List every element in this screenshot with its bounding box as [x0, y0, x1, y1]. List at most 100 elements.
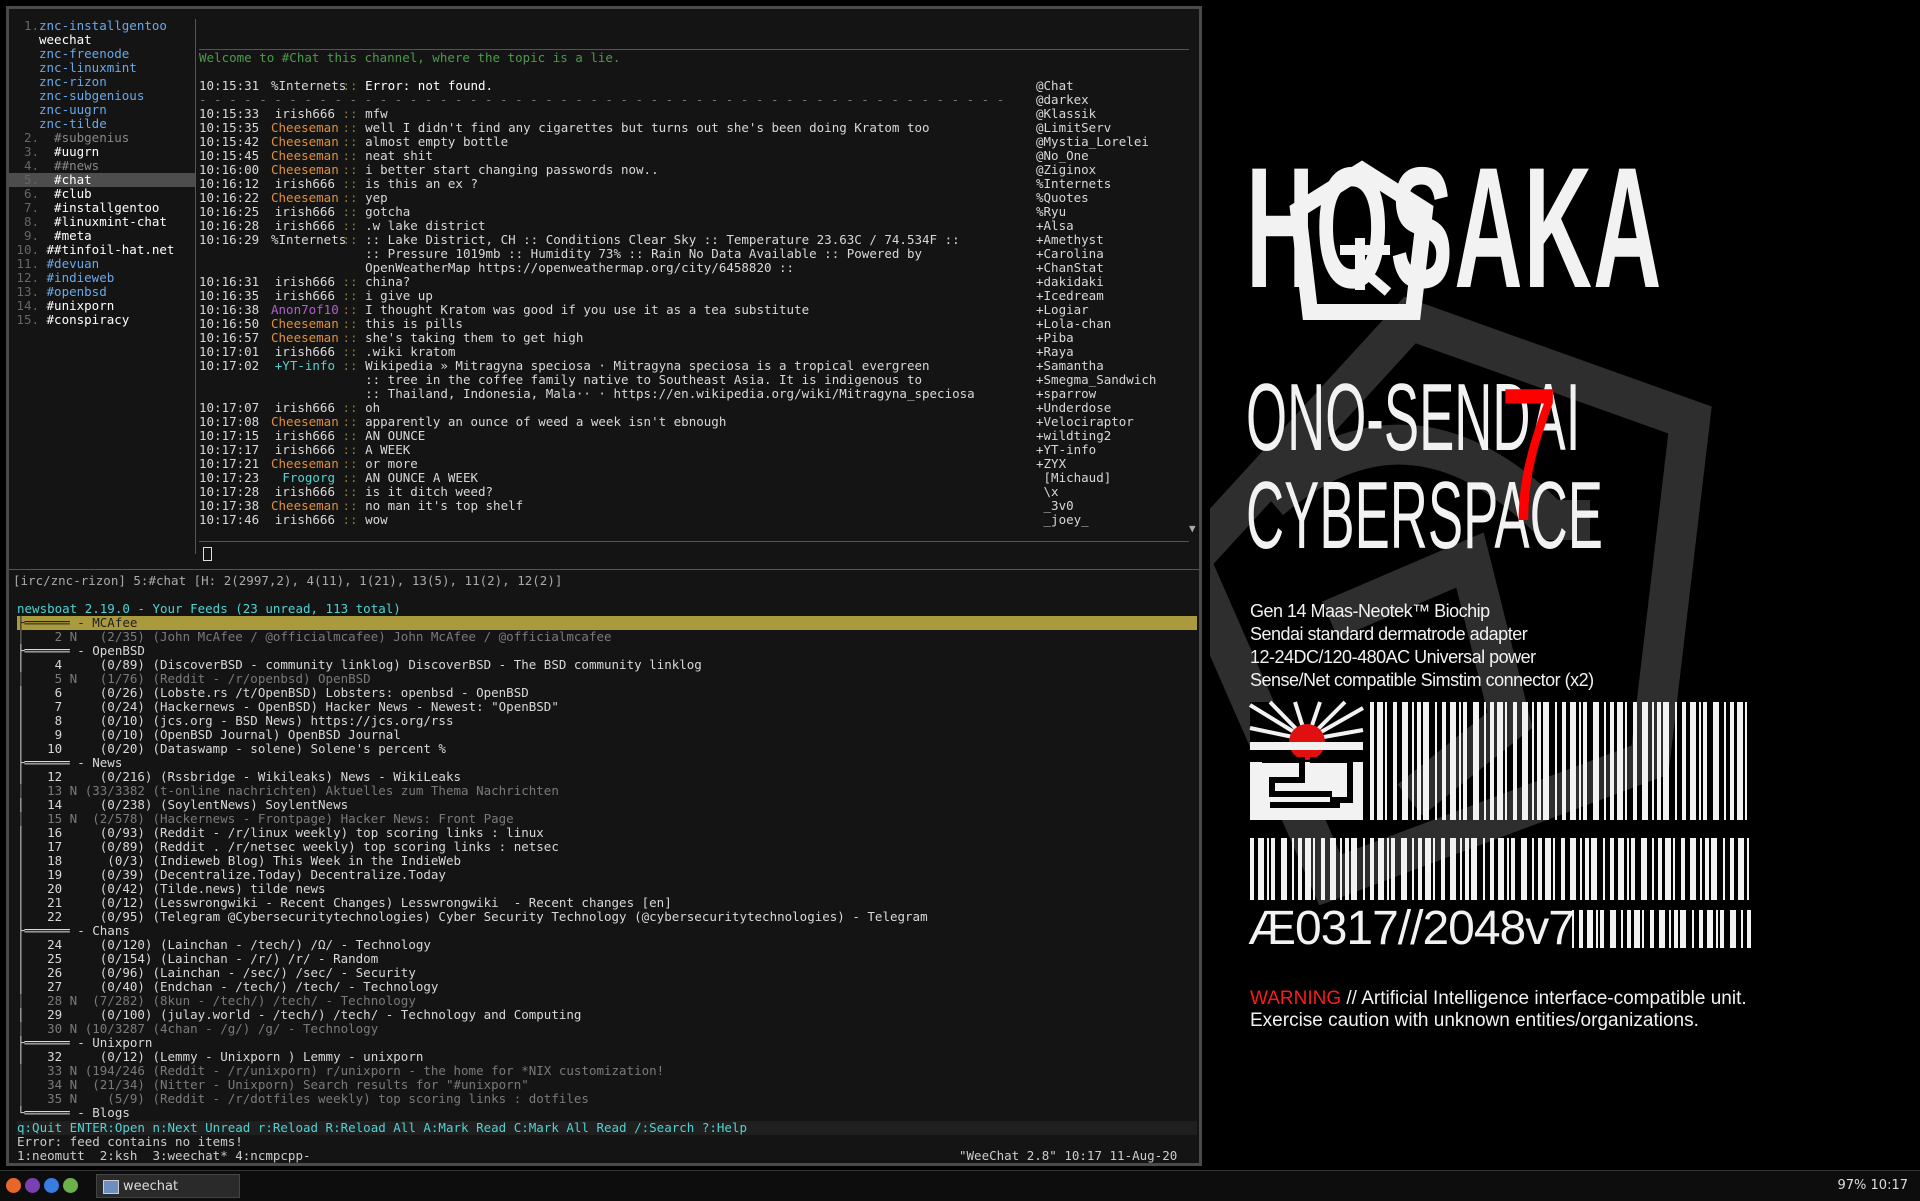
buffer-item[interactable]: 3. #uugrn — [9, 145, 195, 159]
message-nick[interactable]: irish666 — [271, 107, 335, 121]
feed-item[interactable]: │ 12 (0/216) (Rssbridge - Wikileaks) New… — [17, 770, 1197, 784]
nick-item[interactable]: +Raya — [1036, 345, 1186, 359]
buffer-item[interactable]: 15. #conspiracy — [9, 313, 195, 327]
nick-item[interactable]: \x — [1036, 485, 1186, 499]
nick-item[interactable]: +sparrow — [1036, 387, 1186, 401]
message-nick[interactable]: irish666 — [271, 401, 335, 415]
buffer-item[interactable]: 13. #openbsd — [9, 285, 195, 299]
nick-item[interactable]: +Velociraptor — [1036, 415, 1186, 429]
nick-item[interactable]: +YT-info — [1036, 443, 1186, 457]
message-nick[interactable]: irish666 — [271, 205, 335, 219]
nick-item[interactable]: +ChanStat — [1036, 261, 1186, 275]
message-nick[interactable]: +YT-info — [271, 359, 335, 373]
buffer-item[interactable]: znc-uugrn — [9, 103, 195, 117]
feed-item[interactable]: │ 7 (0/24) (Hackernews - OpenBSD) Hacker… — [17, 700, 1197, 714]
message-nick[interactable]: Cheeseman — [271, 191, 339, 205]
message-nick[interactable]: Cheeseman — [271, 499, 339, 513]
message-nick[interactable]: irish666 — [271, 275, 335, 289]
nick-item[interactable]: +Icedream — [1036, 289, 1186, 303]
nick-item[interactable]: +Underdose — [1036, 401, 1186, 415]
buffer-item[interactable]: znc-freenode — [9, 47, 195, 61]
message-nick[interactable]: %Internets — [271, 233, 346, 247]
feed-item[interactable]: │ 29 (0/100) (julay.world - /tech/) /tec… — [17, 1008, 1197, 1022]
feed-item[interactable]: │ 20 (0/42) (Tilde.news) tilde news — [17, 882, 1197, 896]
message-nick[interactable]: irish666 — [271, 443, 335, 457]
input-cursor[interactable] — [203, 547, 212, 561]
buffer-item[interactable]: 8. #linuxmint-chat — [9, 215, 195, 229]
feed-item[interactable]: │ 35 N (5/9) (Reddit - /r/dotfiles weekl… — [17, 1092, 1197, 1106]
feed-category[interactable]: ├══════ - News — [17, 756, 1197, 770]
feed-category[interactable]: └══════ - Blogs — [17, 1106, 1197, 1120]
feed-item[interactable]: │ 32 (0/12) (Lemmy - Unixporn ) Lemmy - … — [17, 1050, 1197, 1064]
feed-item[interactable]: │ 19 (0/39) (Decentralize.Today) Decentr… — [17, 868, 1197, 882]
buffer-item[interactable]: 10. ##tinfoil-hat.net — [9, 243, 195, 257]
feed-item[interactable]: │ 9 (0/10) (OpenBSD Journal) OpenBSD Jou… — [17, 728, 1197, 742]
feed-item[interactable]: │ 13 N (33/3382 (t-online nachrichten) A… — [17, 784, 1197, 798]
buffer-item[interactable]: 14. #unixporn — [9, 299, 195, 313]
buffer-item[interactable]: znc-tilde — [9, 117, 195, 131]
feed-item[interactable]: │ 25 (0/154) (Lainchan - /r/) /r/ - Rand… — [17, 952, 1197, 966]
nick-item[interactable]: %Quotes — [1036, 191, 1186, 205]
message-nick[interactable]: Cheeseman — [271, 149, 339, 163]
feed-item[interactable]: │ 34 N (21/34) (Nitter - Unixporn) Searc… — [17, 1078, 1197, 1092]
feed-item[interactable]: │ 22 (0/95) (Telegram @Cybersecuritytech… — [17, 910, 1197, 924]
nick-item[interactable]: @Klassik — [1036, 107, 1186, 121]
nick-item[interactable]: +Carolina — [1036, 247, 1186, 261]
browser-icon[interactable] — [25, 1178, 40, 1193]
feed-item[interactable]: │ 30 N (10/3287 (4chan - /g/) /g/ - Tech… — [17, 1022, 1197, 1036]
buffer-item[interactable]: znc-subgenious — [9, 89, 195, 103]
feed-item[interactable]: │ 17 (0/89) (Reddit . /r/netsec weekly) … — [17, 840, 1197, 854]
message-nick[interactable]: Cheeseman — [271, 415, 339, 429]
nick-item[interactable]: +Samantha — [1036, 359, 1186, 373]
buffer-item[interactable]: 11. #devuan — [9, 257, 195, 271]
nick-item[interactable]: +dakidaki — [1036, 275, 1186, 289]
feed-item[interactable]: │ 26 (0/96) (Lainchan - /sec/) /sec/ - S… — [17, 966, 1197, 980]
firefox-icon[interactable] — [6, 1178, 21, 1193]
buffer-item[interactable]: 2. #subgenius — [9, 131, 195, 145]
nick-item[interactable]: _3v0 — [1036, 499, 1186, 513]
feed-item[interactable]: │ 10 (0/20) (Dataswamp - solene) Solene'… — [17, 742, 1197, 756]
message-nick[interactable]: irish666 — [271, 429, 335, 443]
message-nick[interactable]: Frogorg — [271, 471, 335, 485]
message-nick[interactable]: Cheeseman — [271, 135, 339, 149]
message-nick[interactable]: Cheeseman — [271, 457, 339, 471]
feed-category[interactable]: ├══════ - OpenBSD — [17, 644, 1197, 658]
message-nick[interactable]: Anon7of10 — [271, 303, 339, 317]
nick-item[interactable]: @LimitServ — [1036, 121, 1186, 135]
nick-item[interactable]: %Ryu — [1036, 205, 1186, 219]
message-nick[interactable]: irish666 — [271, 177, 335, 191]
feed-item[interactable]: │ 16 (0/93) (Reddit - /r/linux weekly) t… — [17, 826, 1197, 840]
message-nick[interactable]: irish666 — [271, 345, 335, 359]
feed-item[interactable]: │ 27 (0/40) (Endchan - /tech/) /tech/ - … — [17, 980, 1197, 994]
feed-item[interactable]: │ 33 N (194/246 (Reddit - /r/unixporn) r… — [17, 1064, 1197, 1078]
chromium-icon[interactable] — [44, 1178, 59, 1193]
nick-item[interactable]: +Logiar — [1036, 303, 1186, 317]
feed-category[interactable]: ├══════ - Chans — [17, 924, 1197, 938]
message-nick[interactable]: irish666 — [271, 513, 335, 527]
message-nick[interactable]: Cheeseman — [271, 163, 339, 177]
nick-item[interactable]: +wildting2 — [1036, 429, 1186, 443]
message-nick[interactable]: irish666 — [271, 485, 335, 499]
nick-item[interactable]: +Piba — [1036, 331, 1186, 345]
feed-item[interactable]: │ 18 (0/3) (Indieweb Blog) This Week in … — [17, 854, 1197, 868]
scroll-down-icon[interactable]: ▼ — [1189, 522, 1196, 536]
feed-category[interactable]: ├══════ - MCAfee — [17, 616, 1197, 630]
buffer-item[interactable]: 1.znc-installgentoo — [9, 19, 195, 33]
feed-item[interactable]: │ 2 N (2/35) (John McAfee / @officialmca… — [17, 630, 1197, 644]
nick-item[interactable]: %Internets — [1036, 177, 1186, 191]
launcher-icon[interactable] — [63, 1178, 78, 1193]
message-nick[interactable]: irish666 — [271, 289, 335, 303]
nick-item[interactable]: +Smegma_Sandwich — [1036, 373, 1186, 387]
nick-item[interactable]: @Ziginox — [1036, 163, 1186, 177]
nick-item[interactable]: @darkex — [1036, 93, 1186, 107]
buffer-item[interactable]: weechat — [9, 33, 195, 47]
buffer-item[interactable]: 6. #club — [9, 187, 195, 201]
nick-item[interactable]: +Amethyst — [1036, 233, 1186, 247]
feed-item[interactable]: │ 28 N (7/282) (8kun - /tech/) /tech/ - … — [17, 994, 1197, 1008]
buffer-item[interactable]: 4. ##news — [9, 159, 195, 173]
message-nick[interactable]: Cheeseman — [271, 121, 339, 135]
taskbar-window-button[interactable]: weechat — [96, 1174, 240, 1198]
buffer-item[interactable]: 12. #indieweb — [9, 271, 195, 285]
nick-item[interactable]: @Mystia_Lorelei — [1036, 135, 1186, 149]
buffer-item[interactable]: 9. #meta — [9, 229, 195, 243]
